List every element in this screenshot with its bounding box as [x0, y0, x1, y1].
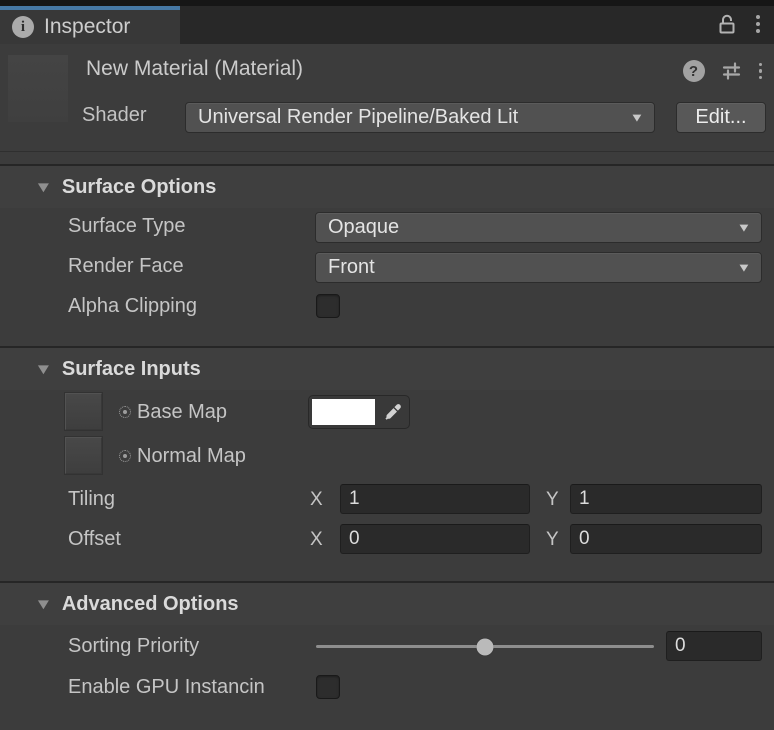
gpu-instancing-label: Enable GPU Instancin [68, 676, 265, 699]
base-map-texture-slot[interactable] [65, 393, 102, 430]
shader-dropdown-value: Universal Render Pipeline/Baked Lit [198, 106, 518, 129]
alpha-clipping-checkbox[interactable] [316, 294, 340, 318]
foldout-triangle-icon: ▼ [34, 179, 53, 196]
sorting-priority-input[interactable] [666, 631, 762, 661]
section-header-surface-inputs[interactable]: ▼ Surface Inputs [0, 348, 774, 390]
foldout-triangle-icon: ▼ [34, 596, 53, 613]
normal-map-texture-slot[interactable] [65, 437, 102, 474]
offset-y-label: Y [546, 529, 559, 551]
lock-icon[interactable] [716, 13, 738, 36]
tab-menu-kebab-icon[interactable] [754, 13, 762, 35]
inspector-panel: i Inspector New Material (Material) ? [0, 0, 774, 730]
sorting-priority-slider-thumb[interactable] [477, 638, 494, 655]
surface-type-value: Opaque [328, 216, 399, 239]
section-header-surface-options[interactable]: ▼ Surface Options [0, 166, 774, 208]
help-icon[interactable]: ? [683, 60, 705, 82]
offset-label: Offset [68, 528, 121, 551]
sorting-priority-label: Sorting Priority [68, 635, 199, 658]
surface-type-label: Surface Type [68, 215, 185, 238]
header-separator [0, 151, 774, 152]
material-header: New Material (Material) ? Shader Univers… [0, 44, 774, 151]
shader-edit-button[interactable]: Edit... [676, 102, 766, 133]
base-map-label: Base Map [137, 401, 227, 424]
base-map-color-swatch[interactable] [312, 399, 375, 425]
offset-y-input[interactable] [570, 524, 762, 554]
sorting-priority-slider[interactable] [316, 645, 654, 648]
render-face-value: Front [328, 256, 375, 279]
normal-map-label: Normal Map [137, 445, 246, 468]
material-title: New Material (Material) [86, 57, 303, 81]
shader-dropdown[interactable]: Universal Render Pipeline/Baked Lit ▼ [185, 102, 655, 133]
tiling-y-input[interactable] [570, 484, 762, 514]
render-face-label: Render Face [68, 255, 184, 278]
foldout-triangle-icon: ▼ [34, 361, 53, 378]
section-header-advanced-options[interactable]: ▼ Advanced Options [0, 583, 774, 625]
render-face-dropdown[interactable]: Front ▼ [315, 252, 762, 283]
base-map-color-field[interactable] [308, 395, 410, 429]
tab-inspector[interactable]: i Inspector [0, 6, 180, 44]
tiling-x-label: X [310, 489, 323, 511]
tiling-x-input[interactable] [340, 484, 530, 514]
chevron-down-icon: ▼ [737, 260, 752, 274]
gpu-instancing-checkbox[interactable] [316, 675, 340, 699]
chevron-down-icon: ▼ [737, 220, 752, 234]
material-menu-kebab-icon[interactable] [757, 61, 765, 82]
chevron-down-icon: ▼ [630, 110, 645, 124]
section-title: Surface Options [62, 176, 216, 199]
object-picker-icon[interactable] [119, 450, 131, 462]
offset-x-input[interactable] [340, 524, 530, 554]
shader-label: Shader [82, 104, 147, 127]
tab-title: Inspector [44, 15, 130, 39]
section-title: Advanced Options [62, 593, 239, 616]
info-icon: i [12, 16, 34, 38]
object-picker-icon[interactable] [119, 406, 131, 418]
material-preview-thumbnail[interactable] [8, 55, 68, 122]
eyedropper-icon[interactable] [375, 396, 409, 428]
tab-bar: i Inspector [0, 0, 774, 44]
surface-type-dropdown[interactable]: Opaque ▼ [315, 212, 762, 243]
tiling-label: Tiling [68, 488, 115, 511]
tiling-y-label: Y [546, 489, 559, 511]
presets-icon[interactable] [720, 60, 742, 82]
offset-x-label: X [310, 529, 323, 551]
section-title: Surface Inputs [62, 358, 201, 381]
alpha-clipping-label: Alpha Clipping [68, 295, 197, 318]
